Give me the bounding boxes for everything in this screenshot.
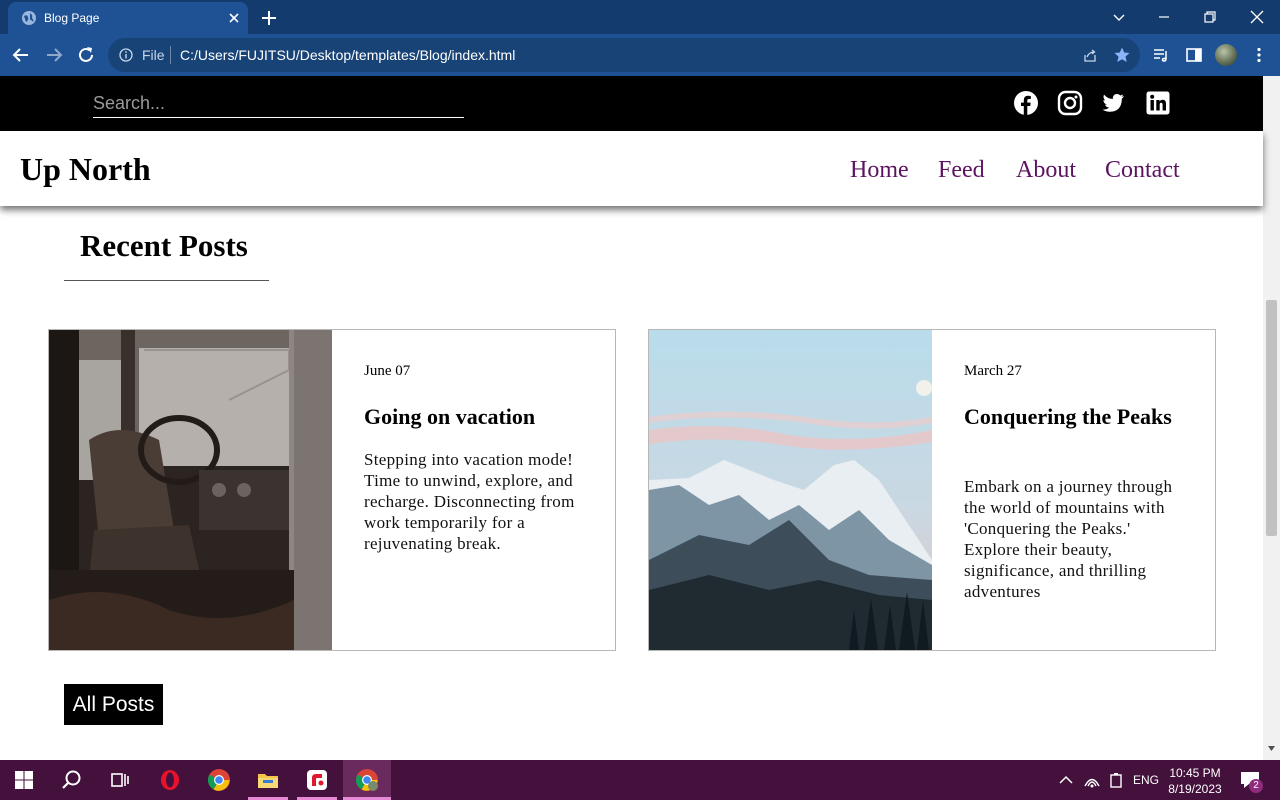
nav-link-home[interactable]: Home bbox=[850, 157, 909, 184]
nav-link-about[interactable]: About bbox=[1016, 157, 1076, 184]
site-header: Up North Home Feed About Contact bbox=[0, 131, 1263, 206]
post-description: Embark on a journey through the world of… bbox=[964, 477, 1173, 601]
site-logo[interactable]: Up North bbox=[20, 151, 151, 188]
search-input[interactable] bbox=[93, 90, 464, 118]
info-icon[interactable] bbox=[119, 48, 133, 62]
tab-search-icon[interactable] bbox=[1108, 6, 1130, 28]
post-image-truck-interior bbox=[49, 330, 332, 650]
section-title: Recent Posts bbox=[80, 228, 248, 263]
post-image-mountains bbox=[649, 330, 932, 650]
post-card[interactable]: March 27 Conquering the Peaks Embark on … bbox=[648, 329, 1216, 651]
notification-count-badge: 2 bbox=[1249, 779, 1263, 793]
address-bar[interactable]: File C:/Users/FUJITSU/Desktop/templates/… bbox=[108, 38, 1140, 72]
minimize-icon[interactable] bbox=[1153, 6, 1175, 28]
post-description: Stepping into vacation mode! Time to unw… bbox=[364, 450, 575, 553]
clock-date: 8/19/2023 bbox=[1168, 782, 1222, 796]
omnibox-divider bbox=[170, 46, 171, 64]
close-window-icon[interactable] bbox=[1246, 6, 1268, 28]
media-playlist-icon[interactable] bbox=[1151, 45, 1171, 65]
bookmark-star-icon[interactable] bbox=[1113, 46, 1131, 64]
twitter-icon[interactable] bbox=[1100, 90, 1126, 116]
tab-title: Blog Page bbox=[44, 11, 100, 25]
section-title-underline bbox=[64, 280, 269, 281]
app-icon[interactable] bbox=[305, 768, 329, 792]
post-card[interactable]: June 07 Going on vacation Stepping into … bbox=[48, 329, 616, 651]
nav-link-contact[interactable]: Contact bbox=[1105, 157, 1180, 184]
reload-icon[interactable] bbox=[75, 44, 97, 66]
top-bar bbox=[0, 76, 1263, 131]
chevron-up-icon[interactable] bbox=[1056, 768, 1076, 792]
restore-icon[interactable] bbox=[1199, 6, 1221, 28]
clock-time: 10:45 PM bbox=[1169, 766, 1221, 780]
opera-browser-icon[interactable] bbox=[158, 768, 182, 792]
battery-icon[interactable] bbox=[1106, 768, 1126, 792]
page-viewport: Up North Home Feed About Contact Recent … bbox=[0, 76, 1280, 760]
wifi-icon[interactable] bbox=[1082, 768, 1102, 792]
browser-tab[interactable]: Blog Page bbox=[8, 2, 248, 34]
nav-link-feed[interactable]: Feed bbox=[938, 157, 985, 184]
post-title[interactable]: Going on vacation bbox=[364, 403, 584, 430]
side-panel-icon[interactable] bbox=[1184, 45, 1204, 65]
linkedin-icon[interactable] bbox=[1145, 90, 1171, 116]
windows-taskbar: ENG 10:45 PM 8/19/2023 bbox=[0, 760, 1280, 800]
scrollbar-thumb[interactable] bbox=[1266, 300, 1277, 536]
facebook-icon[interactable] bbox=[1013, 90, 1039, 116]
windows-start-icon[interactable] bbox=[12, 768, 36, 792]
chrome-profile-icon[interactable] bbox=[355, 768, 379, 792]
url-scheme-label: File bbox=[142, 47, 165, 63]
all-posts-button[interactable]: All Posts bbox=[64, 684, 163, 725]
post-title[interactable]: Conquering the Peaks bbox=[964, 403, 1184, 430]
browser-toolbar: File C:/Users/FUJITSU/Desktop/templates/… bbox=[0, 34, 1280, 76]
browser-tab-strip: Blog Page bbox=[0, 0, 1280, 34]
chrome-browser-icon[interactable] bbox=[207, 768, 231, 792]
file-explorer-icon[interactable] bbox=[256, 768, 280, 792]
task-view-icon[interactable] bbox=[108, 768, 132, 792]
scroll-down-arrow-icon[interactable] bbox=[1267, 744, 1276, 753]
url-text[interactable]: C:/Users/FUJITSU/Desktop/templates/Blog/… bbox=[180, 47, 515, 63]
vertical-scrollbar[interactable] bbox=[1263, 76, 1280, 760]
back-arrow-icon[interactable] bbox=[10, 44, 32, 66]
post-date: March 27 bbox=[964, 363, 1022, 379]
clock[interactable]: 10:45 PM 8/19/2023 bbox=[1166, 765, 1224, 797]
instagram-icon[interactable] bbox=[1057, 90, 1083, 116]
language-indicator[interactable]: ENG bbox=[1133, 773, 1159, 787]
post-date: June 07 bbox=[364, 363, 411, 379]
share-icon[interactable] bbox=[1082, 47, 1098, 63]
new-tab-icon[interactable] bbox=[259, 8, 279, 28]
search-icon[interactable] bbox=[60, 768, 84, 792]
close-tab-icon[interactable] bbox=[226, 10, 242, 26]
kebab-menu-icon[interactable] bbox=[1249, 45, 1269, 65]
forward-arrow-icon[interactable] bbox=[43, 44, 65, 66]
profile-avatar[interactable] bbox=[1215, 44, 1237, 66]
globe-icon bbox=[22, 11, 36, 25]
